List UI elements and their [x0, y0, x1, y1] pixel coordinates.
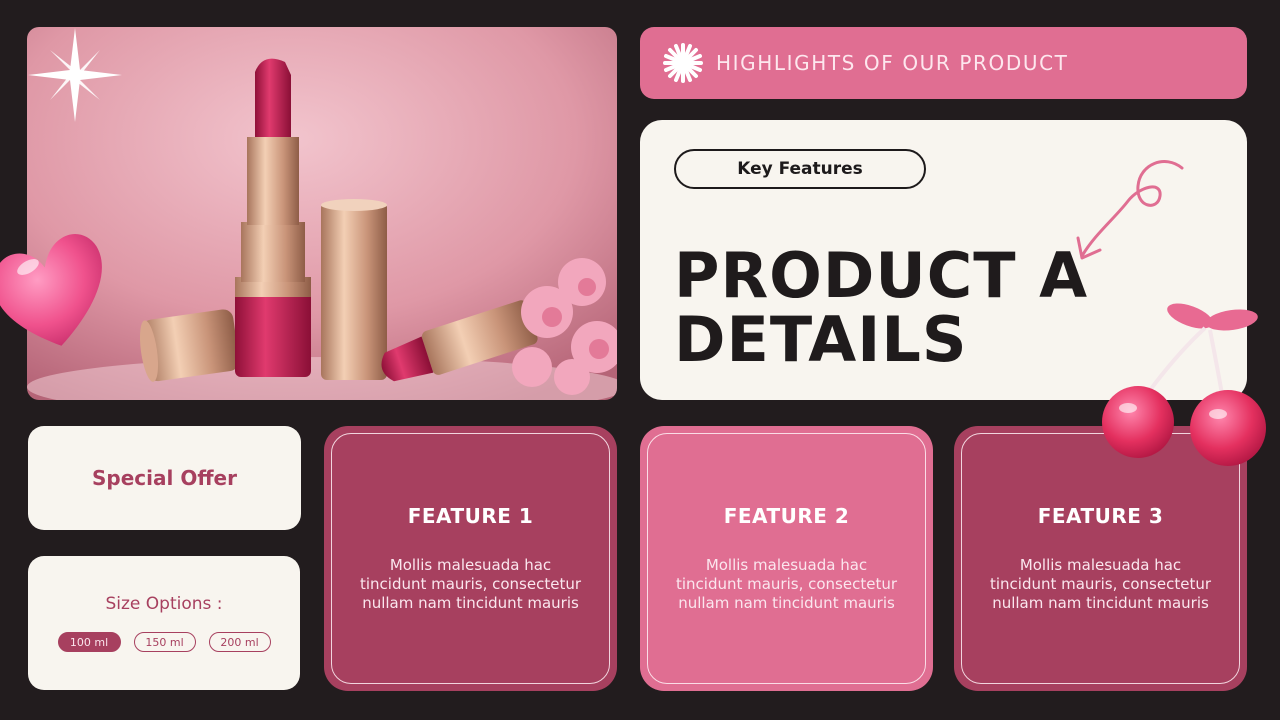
highlights-title: HIGHLIGHTS OF OUR PRODUCT — [716, 51, 1069, 75]
special-offer-label: Special Offer — [92, 466, 237, 490]
page-title: PRODUCT A DETAILS — [674, 244, 1094, 372]
feature-card-2: FEATURE 2 Mollis malesuada hac tincidunt… — [640, 426, 933, 691]
feature-card-1: FEATURE 1 Mollis malesuada hac tincidunt… — [324, 426, 617, 691]
product-photo — [27, 27, 617, 400]
cherry-decoration — [1100, 296, 1270, 475]
feature-description: Mollis malesuada hac tincidunt mauris, c… — [675, 556, 898, 612]
size-options-label: Size Options : — [105, 594, 223, 614]
special-offer-card: Special Offer — [28, 426, 301, 530]
size-option-100ml[interactable]: 100 ml — [57, 632, 121, 652]
highlights-banner: HIGHLIGHTS OF OUR PRODUCT — [640, 27, 1247, 99]
key-features-pill: Key Features — [674, 149, 926, 189]
size-option-150ml[interactable]: 150 ml — [133, 632, 196, 652]
feature-title: FEATURE 2 — [723, 504, 850, 528]
feature-description: Mollis malesuada hac tincidunt mauris, c… — [989, 556, 1212, 612]
size-option-200ml[interactable]: 200 ml — [208, 632, 271, 652]
title-line-1: PRODUCT A — [674, 239, 1089, 312]
feature-title: FEATURE 3 — [1037, 504, 1164, 528]
feature-title: FEATURE 1 — [407, 504, 534, 528]
size-options-list: 100 ml 150 ml 200 ml — [28, 632, 300, 652]
size-options-card: Size Options : 100 ml 150 ml 200 ml — [28, 556, 300, 690]
burst-icon — [663, 43, 703, 83]
feature-description: Mollis malesuada hac tincidunt mauris, c… — [359, 556, 582, 612]
title-line-2: DETAILS — [674, 303, 968, 376]
heart-decoration — [0, 222, 110, 356]
